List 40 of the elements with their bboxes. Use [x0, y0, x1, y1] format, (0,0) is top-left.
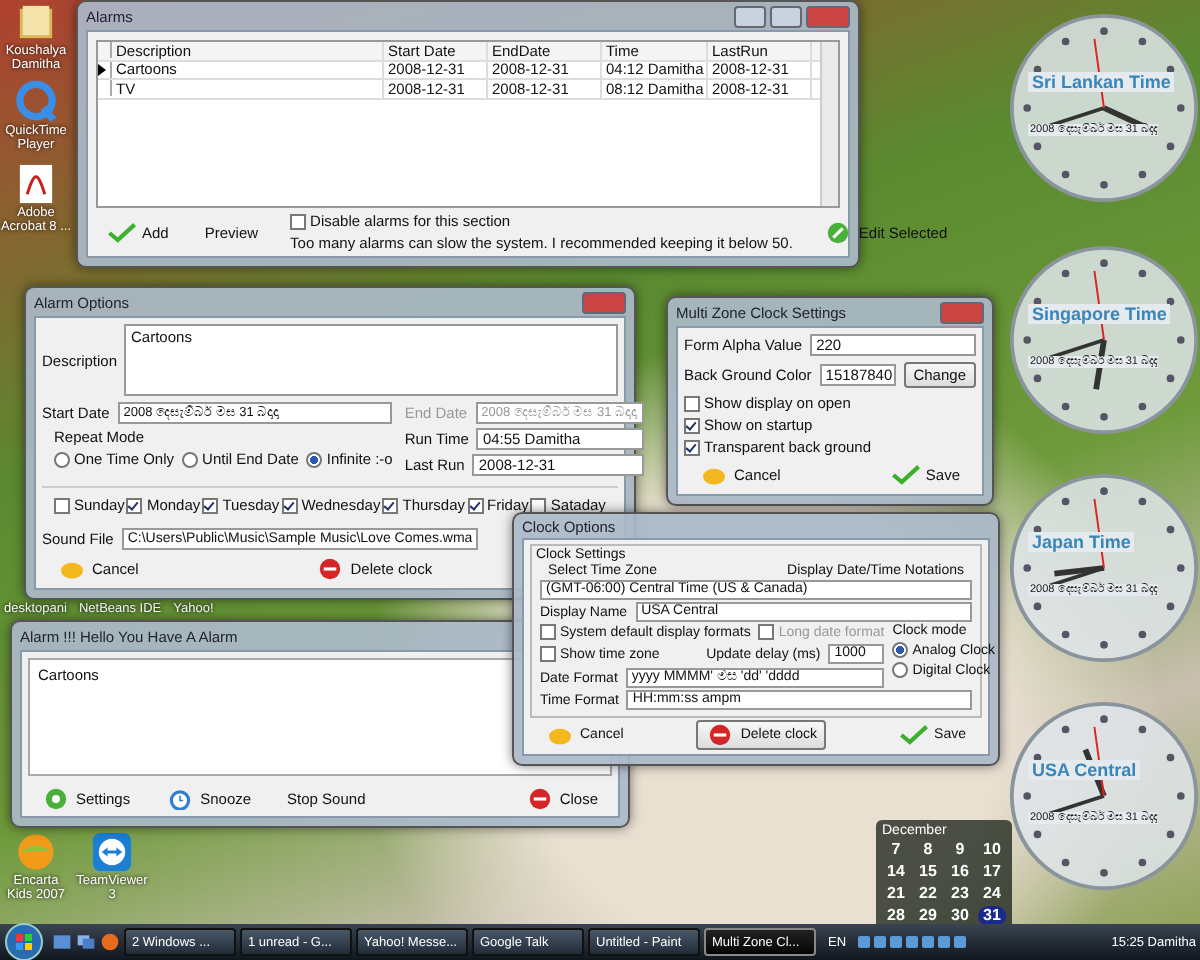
calendar-day[interactable]: 7 — [882, 840, 910, 860]
calendar-day[interactable]: 22 — [914, 884, 942, 904]
no-entry-icon — [706, 724, 735, 746]
browser-icon[interactable] — [100, 932, 120, 952]
no-entry-icon — [525, 788, 554, 810]
close-button[interactable] — [940, 301, 984, 323]
checkmark-icon — [891, 464, 920, 486]
calendar-day[interactable]: 21 — [882, 884, 910, 904]
clock-title: Singapore Time — [1028, 304, 1171, 324]
calendar-day[interactable]: 17 — [978, 862, 1006, 882]
row-selector[interactable] — [98, 61, 112, 78]
clock-title: USA Central — [1028, 760, 1141, 780]
alarm-clock-icon — [166, 788, 195, 810]
calendar-day[interactable]: 31 — [978, 906, 1006, 926]
calendar-day[interactable]: 16 — [946, 862, 974, 882]
folder-icon[interactable] — [14, 0, 58, 44]
scrollbar[interactable] — [820, 42, 838, 206]
clock-title: Japan Time — [1028, 532, 1135, 552]
windows-icon[interactable] — [76, 932, 96, 952]
desktop-icon[interactable] — [52, 932, 72, 952]
calendar-day[interactable]: 28 — [882, 906, 910, 926]
calendar-day[interactable]: 29 — [914, 906, 942, 926]
calendar-day[interactable]: 15 — [914, 862, 942, 882]
checkmark-icon — [900, 724, 929, 746]
calendar-day[interactable]: 24 — [978, 884, 1006, 904]
calendar-day[interactable]: 23 — [946, 884, 974, 904]
no-entry-icon — [316, 558, 345, 580]
pdf-document-icon[interactable] — [14, 161, 58, 206]
start-button[interactable] — [4, 922, 44, 960]
calendar-day[interactable]: 14 — [882, 862, 910, 882]
close-button[interactable] — [582, 291, 626, 313]
calendar-day[interactable]: 10 — [978, 840, 1006, 860]
calendar-day[interactable]: 8 — [914, 840, 942, 860]
clock-title: Sri Lankan Time — [1028, 72, 1175, 92]
calendar-day[interactable]: 9 — [946, 840, 974, 860]
minimize-button[interactable] — [734, 5, 766, 27]
close-button[interactable] — [806, 5, 850, 27]
calendar-day[interactable]: 30 — [946, 906, 974, 926]
checkmark-icon — [108, 221, 136, 243]
maximize-button[interactable] — [770, 5, 802, 27]
